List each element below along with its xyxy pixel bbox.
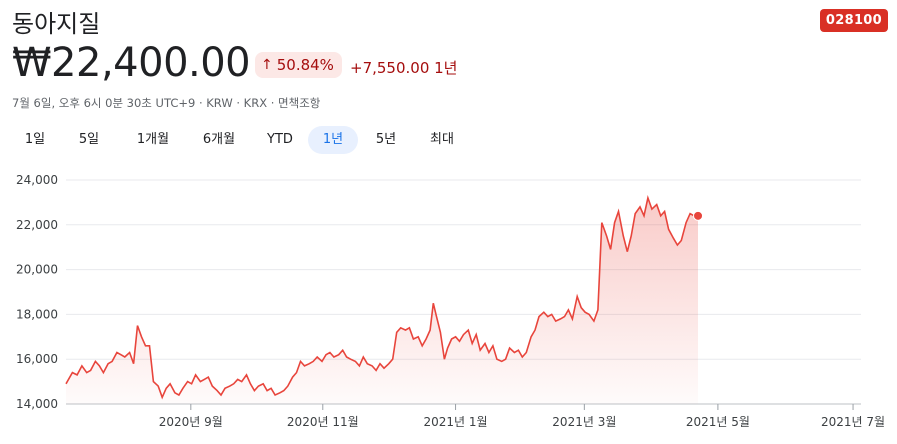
x-tick-label: 2021년 5월	[686, 415, 750, 429]
price-chart[interactable]: 14,000 16,000 18,000 20,000 22,000 24,000 202…	[0, 160, 897, 444]
x-tick-label: 2021년 3월	[552, 415, 616, 429]
percent-change-badge: ↑ 50.84%	[255, 52, 342, 78]
y-tick-label: 20,000	[16, 263, 58, 277]
y-tick-label: 24,000	[16, 173, 58, 187]
arrow-up-icon: ↑	[261, 57, 273, 73]
y-tick-label: 14,000	[16, 397, 58, 411]
ticker-badge[interactable]: 028100	[819, 9, 888, 32]
percent-change-value: 50.84%	[276, 56, 334, 74]
latest-price-dot	[693, 210, 704, 221]
tab-5d[interactable]: 5일	[58, 126, 120, 154]
y-tick-label: 22,000	[16, 218, 58, 232]
x-tick-label: 2020년 11월	[287, 415, 359, 429]
quote-meta: 7월 6일, 오후 6시 0분 30초 UTC+9 · KRW · KRX · …	[12, 96, 321, 110]
tab-5y[interactable]: 5년	[358, 126, 414, 154]
tab-6m[interactable]: 6개월	[186, 126, 252, 154]
absolute-change: +7,550.00 1년	[350, 59, 458, 77]
chart-marks	[693, 210, 704, 221]
x-tick-label: 2020년 9월	[159, 415, 223, 429]
tab-ytd[interactable]: YTD	[252, 126, 308, 154]
range-tabs: 1일 5일 1개월 6개월 YTD 1년 5년 최대	[12, 126, 470, 154]
x-tick-label: 2021년 7월	[821, 415, 885, 429]
tab-1m[interactable]: 1개월	[120, 126, 186, 154]
stock-title: 동아지질	[12, 10, 101, 38]
x-tick-label: 2021년 1월	[424, 415, 488, 429]
tab-1y[interactable]: 1년	[308, 126, 358, 154]
current-price: ₩22,400.00	[12, 40, 251, 86]
y-tick-label: 18,000	[16, 307, 58, 321]
y-tick-label: 16,000	[16, 352, 58, 366]
x-axis-ticks: 2020년 9월 2020년 11월 2021년 1월 2021년 3월 2021년 5…	[159, 404, 885, 429]
tab-1d[interactable]: 1일	[12, 126, 58, 154]
tab-max[interactable]: 최대	[414, 126, 470, 154]
